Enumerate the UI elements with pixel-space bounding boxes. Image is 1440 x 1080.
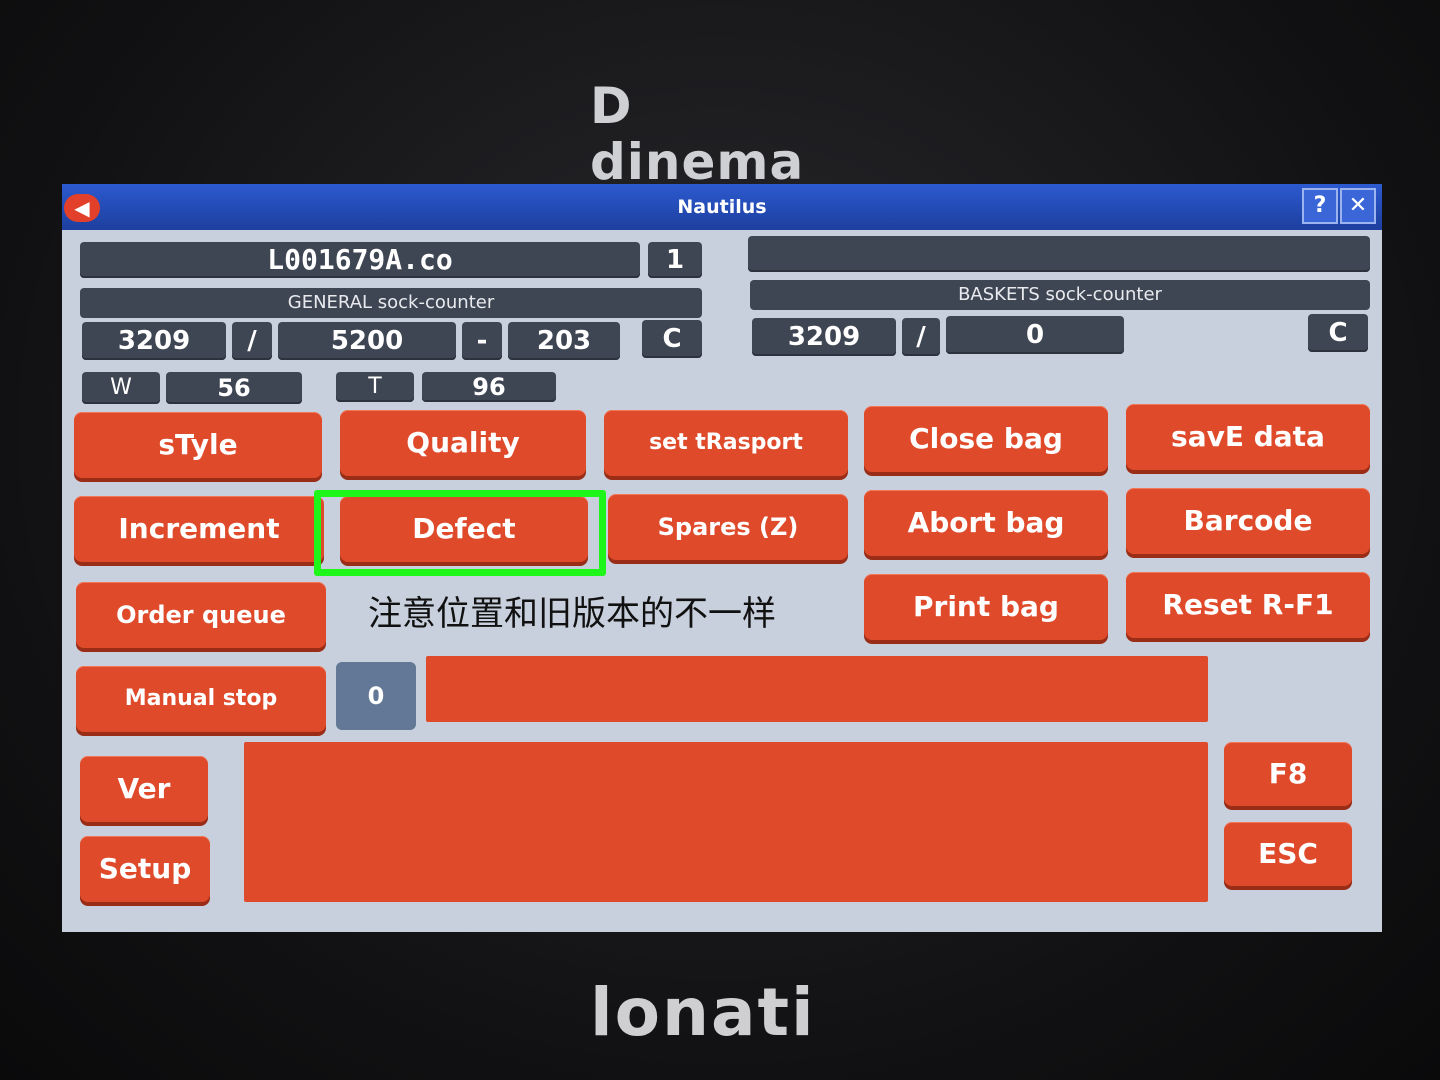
log-panel xyxy=(244,742,1208,902)
general-counter-caption: GENERAL sock-counter xyxy=(80,288,702,318)
baskets-target-count: 0 xyxy=(946,316,1124,354)
lonati-logo: lonati xyxy=(590,974,816,1051)
dinema-logo: D dinema xyxy=(590,77,805,191)
reset-button[interactable]: Reset R-F1 xyxy=(1126,572,1370,638)
baskets-current-count: 3209 xyxy=(752,318,896,356)
quality-button[interactable]: Quality xyxy=(340,410,586,476)
esc-button[interactable]: ESC xyxy=(1224,822,1352,886)
file-index-field: 1 xyxy=(648,242,702,278)
baskets-clear-button[interactable]: C xyxy=(1308,314,1368,352)
window-title: Nautilus xyxy=(677,196,767,218)
nautilus-window: Nautilus ◀ ? ✕ L001679A.co 1 GENERAL soc… xyxy=(62,184,1382,932)
baskets-counter-caption: BASKETS sock-counter xyxy=(750,280,1370,310)
abort-bag-button[interactable]: Abort bag xyxy=(864,490,1108,556)
general-clear-button[interactable]: C xyxy=(642,320,702,358)
setup-button[interactable]: Setup xyxy=(80,836,210,902)
manual-stop-button[interactable]: Manual stop xyxy=(76,666,326,732)
save-data-button[interactable]: savE data xyxy=(1126,404,1370,470)
message-bar xyxy=(426,656,1208,722)
arrow-left-icon[interactable]: ◀ xyxy=(64,194,100,222)
general-target-count: 5200 xyxy=(278,322,456,360)
general-separator-dash: - xyxy=(462,322,502,360)
increment-button[interactable]: Increment xyxy=(74,496,324,562)
w-label: W xyxy=(82,372,160,404)
annotation-text: 注意位置和旧版本的不一样 xyxy=(368,594,776,634)
order-queue-button[interactable]: Order queue xyxy=(76,582,326,648)
baskets-separator-slash: / xyxy=(902,318,940,356)
w-value: 56 xyxy=(166,372,302,404)
f8-button[interactable]: F8 xyxy=(1224,742,1352,806)
spares-button[interactable]: Spares (Z) xyxy=(608,494,848,560)
general-separator-slash: / xyxy=(232,322,272,360)
set-transport-button[interactable]: set tRasport xyxy=(604,410,848,476)
manual-stop-value: 0 xyxy=(336,662,416,730)
ver-button[interactable]: Ver xyxy=(80,756,208,822)
title-bar: Nautilus ◀ ? ✕ xyxy=(62,184,1382,230)
print-bag-button[interactable]: Print bag xyxy=(864,574,1108,640)
style-button[interactable]: sTyle xyxy=(74,412,322,478)
help-button[interactable]: ? xyxy=(1302,188,1338,224)
info-field xyxy=(748,236,1370,272)
general-remaining-count: 203 xyxy=(508,322,620,360)
t-label: T xyxy=(336,372,414,402)
t-value: 96 xyxy=(422,372,556,402)
file-name-field: L001679A.co xyxy=(80,242,640,278)
close-button[interactable]: ✕ xyxy=(1340,188,1376,224)
close-bag-button[interactable]: Close bag xyxy=(864,406,1108,472)
barcode-button[interactable]: Barcode xyxy=(1126,488,1370,554)
general-current-count: 3209 xyxy=(82,322,226,360)
defect-highlight-box xyxy=(314,490,606,576)
